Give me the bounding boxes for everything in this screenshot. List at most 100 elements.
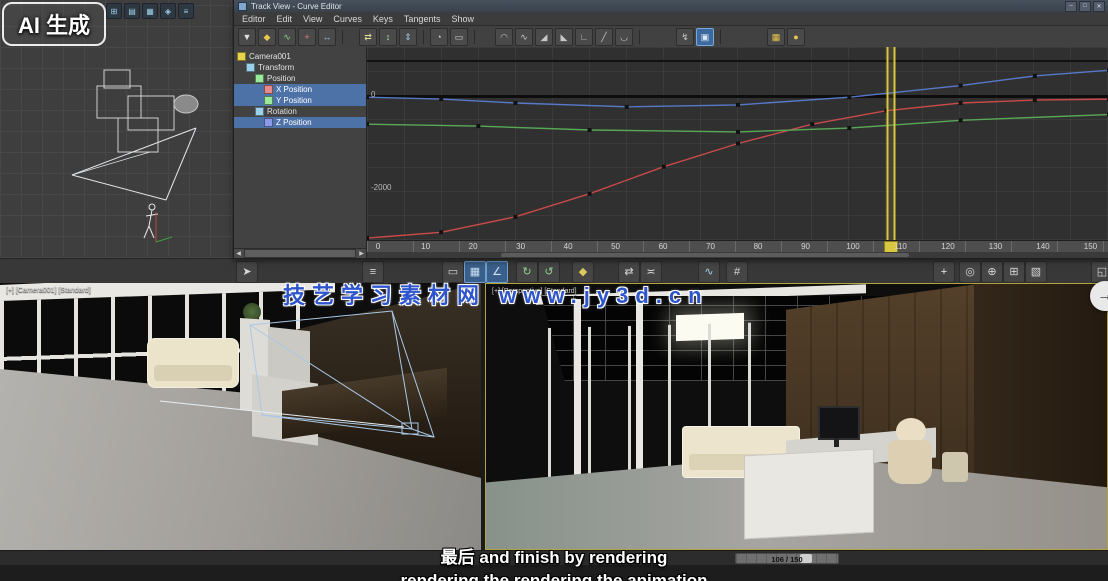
- tangent-auto-icon[interactable]: ◠: [495, 28, 513, 46]
- key-dot[interactable]: [588, 192, 592, 196]
- perspective-viewport[interactable]: [+] [Perspective] [Standard]: [485, 283, 1108, 550]
- time-slider-line[interactable]: [886, 47, 895, 240]
- curve-editor-titlebar[interactable]: Track View - Curve Editor – □ ✕: [234, 0, 1108, 12]
- viewport-layout-icon[interactable]: ⊞: [106, 3, 122, 19]
- menu-keys[interactable]: Keys: [373, 14, 393, 24]
- select-object-icon[interactable]: ➤: [236, 261, 258, 283]
- grid-toggle-icon[interactable]: ▦: [142, 3, 158, 19]
- scale-values-icon[interactable]: ⇕: [399, 28, 417, 46]
- zoom-extents-icon[interactable]: ⊞: [1003, 261, 1025, 283]
- tangent-smooth-icon[interactable]: ◡: [615, 28, 633, 46]
- tree-item-x-position[interactable]: X Position: [234, 84, 366, 95]
- key-dot[interactable]: [847, 95, 851, 99]
- tangent-step-icon[interactable]: ∟: [575, 28, 593, 46]
- ruler-label: 150: [1084, 242, 1097, 251]
- filter-keys-icon[interactable]: ▼: [238, 28, 256, 46]
- key-dot[interactable]: [588, 128, 592, 132]
- window-buttons: – □ ✕: [1065, 1, 1105, 12]
- track-type-icon: [264, 118, 273, 127]
- wireframe-toggle-icon[interactable]: ▤: [124, 3, 140, 19]
- key-dot[interactable]: [513, 101, 517, 105]
- key-dot[interactable]: [439, 97, 443, 101]
- tree-item-transform[interactable]: Transform: [234, 62, 366, 73]
- schematic-view-icon[interactable]: #: [726, 261, 748, 283]
- menu-show[interactable]: Show: [451, 14, 474, 24]
- monitor: [818, 406, 860, 440]
- zoom-all-icon[interactable]: ⊕: [981, 261, 1003, 283]
- menu-tangents[interactable]: Tangents: [404, 14, 441, 24]
- track-type-icon: [264, 85, 273, 94]
- tangent-spline-icon[interactable]: ∿: [515, 28, 533, 46]
- camera-viewport[interactable]: [+] [Camera001] [Standard]: [0, 283, 481, 550]
- display-options-icon[interactable]: ≡: [178, 3, 194, 19]
- key-dot[interactable]: [662, 165, 666, 169]
- key-dot[interactable]: [367, 122, 369, 126]
- tree-item-label: Z Position: [276, 118, 312, 127]
- y-position-curve[interactable]: [367, 115, 1108, 132]
- ruler-label: 30: [516, 242, 525, 251]
- camera-viewport-label[interactable]: [+] [Camera001] [Standard]: [6, 287, 91, 294]
- menu-curves[interactable]: Curves: [333, 14, 362, 24]
- key-dot[interactable]: [736, 142, 740, 146]
- key-dot[interactable]: [1033, 74, 1037, 78]
- tree-item-camera001[interactable]: Camera001: [234, 51, 366, 62]
- key-dot[interactable]: [513, 215, 517, 219]
- region-keys-icon[interactable]: ▭: [450, 28, 468, 46]
- key-dot[interactable]: [847, 126, 851, 130]
- minimize-button[interactable]: –: [1065, 1, 1077, 12]
- slide-keys-icon[interactable]: ⇄: [359, 28, 377, 46]
- tree-scrollbar[interactable]: ◀ ▶: [234, 248, 366, 258]
- close-button[interactable]: ✕: [1093, 1, 1105, 12]
- retime-tool-icon[interactable]: ◔: [430, 28, 448, 46]
- scroll-left-button[interactable]: ◀: [234, 250, 243, 257]
- tree-item-label: Camera001: [249, 52, 291, 61]
- tree-item-rotation[interactable]: Rotation: [234, 106, 366, 117]
- tree-item-y-position[interactable]: Y Position: [234, 95, 366, 106]
- curve-area[interactable]: 0-2000: [367, 47, 1108, 240]
- key-dot[interactable]: [367, 95, 369, 99]
- key-dot[interactable]: [736, 130, 740, 134]
- scale-keys-icon[interactable]: ↕: [379, 28, 397, 46]
- key-dot[interactable]: [959, 101, 963, 105]
- curve-editor-toolbar: ▼◆∿+↔⇄↕⇕◔▭◠∿◢◣∟╱◡↯▣▦●: [234, 26, 1108, 49]
- teapot-object: [174, 95, 198, 113]
- key-dot[interactable]: [625, 105, 629, 109]
- tangent-slow-icon[interactable]: ◣: [555, 28, 573, 46]
- scroll-thumb[interactable]: [244, 249, 356, 258]
- maximize-viewport-icon[interactable]: ◱: [1091, 261, 1108, 283]
- key-dot[interactable]: [476, 124, 480, 128]
- menu-edit[interactable]: Edit: [277, 14, 293, 24]
- key-dot[interactable]: [439, 230, 443, 234]
- zoom-icon[interactable]: ◎: [959, 261, 981, 283]
- menu-view[interactable]: View: [303, 14, 322, 24]
- x-position-curve[interactable]: [367, 99, 1108, 238]
- tree-item-position[interactable]: Position: [234, 73, 366, 84]
- maximize-button[interactable]: □: [1079, 1, 1091, 12]
- key-dot[interactable]: [810, 122, 814, 126]
- add-keys-icon[interactable]: +: [298, 28, 316, 46]
- zoom-region-icon[interactable]: ▧: [1025, 261, 1047, 283]
- curve-editor-graph[interactable]: 0-2000 010203040506070809010011012013014…: [366, 47, 1108, 258]
- snap-mini-icon[interactable]: ◈: [160, 3, 176, 19]
- show-tangents-icon[interactable]: ↯: [676, 28, 694, 46]
- key-dot[interactable]: [736, 103, 740, 107]
- scroll-right-button[interactable]: ▶: [357, 250, 366, 257]
- tree-item-z-position[interactable]: Z Position: [234, 117, 366, 128]
- pan-hand-icon[interactable]: +: [933, 261, 955, 283]
- draw-curves-icon[interactable]: ∿: [278, 28, 296, 46]
- tangent-linear-icon[interactable]: ╱: [595, 28, 613, 46]
- menu-editor[interactable]: Editor: [242, 14, 266, 24]
- ruler-label: 80: [754, 242, 763, 251]
- key-dot[interactable]: [1033, 98, 1037, 102]
- key-dot[interactable]: [959, 118, 963, 122]
- lock-tangents-icon[interactable]: ▣: [696, 28, 714, 46]
- key-dot[interactable]: [959, 84, 963, 88]
- lock-selection-icon[interactable]: ◆: [258, 28, 276, 46]
- graph-scrollbar[interactable]: [367, 252, 1108, 258]
- snap-frames-icon[interactable]: ▦: [767, 28, 785, 46]
- move-keys-icon[interactable]: ↔: [318, 28, 336, 46]
- show-keyable-icon[interactable]: ●: [787, 28, 805, 46]
- tangent-fast-icon[interactable]: ◢: [535, 28, 553, 46]
- site-watermark: 技艺学习素材网 www.jy3d.cn: [283, 278, 709, 310]
- ruler-label: 0: [376, 242, 380, 251]
